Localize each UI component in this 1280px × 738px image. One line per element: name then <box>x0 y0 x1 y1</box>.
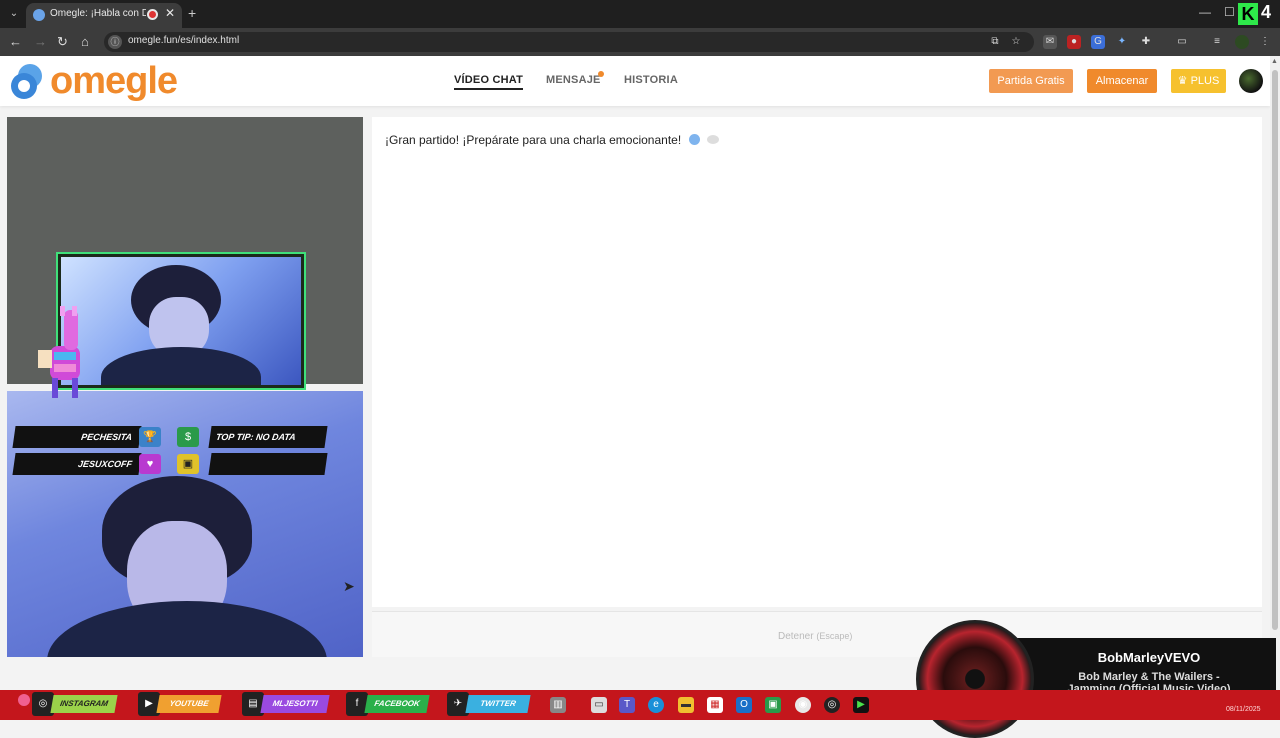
chrome-icon[interactable]: ◉ <box>795 697 811 713</box>
extensions-puzzle-icon[interactable]: ✚ <box>1139 35 1153 49</box>
back-icon[interactable]: ← <box>9 34 22 49</box>
teams-icon[interactable]: T <box>619 697 635 713</box>
llama-pinata-icon <box>38 306 80 398</box>
extension-icon[interactable]: ✦ <box>1115 35 1129 49</box>
url-text: omegle.fun/es/index.html <box>128 35 240 46</box>
globe-icon <box>688 134 700 145</box>
taskbar-app-icon[interactable]: ▥ <box>550 697 566 713</box>
sheets-icon[interactable]: ▣ <box>765 697 781 713</box>
stop-button[interactable]: Detener (Escape) <box>778 631 852 642</box>
streamer-webcam <box>56 252 306 390</box>
album-art-disc <box>916 620 1034 738</box>
chat-panel: ¡Gran partido! ¡Prepárate para una charl… <box>372 117 1262 607</box>
cast-icon[interactable]: ▭ <box>1175 35 1189 49</box>
maximize-icon[interactable]: ☐ <box>1224 5 1235 19</box>
notification-dot <box>598 71 604 77</box>
menu-icon[interactable]: ⋮ <box>1258 35 1272 49</box>
instagram-badge: INSTAGRAM <box>50 695 118 713</box>
stream-taskbar: ◎ INSTAGRAM ▶ YOUTUBE ▤ MLJESOTTI f FACE… <box>0 690 1280 720</box>
top-tip-text: TOP TIP: NO DATA <box>208 426 328 448</box>
corner-badge: 4 <box>1261 2 1272 22</box>
extension-icon[interactable]: ✉ <box>1043 35 1057 49</box>
overlay-empty-bar <box>208 453 328 475</box>
scroll-up-icon[interactable]: ▲ <box>1271 58 1278 65</box>
top-donor-name: PECHESITA <box>12 426 142 448</box>
supporter-row: JESUXCOFF ♥ ▣ <box>12 453 334 475</box>
taskbar-date: 08/11/2025 <box>1226 706 1261 713</box>
kick-app-icon[interactable]: ▶ <box>853 697 869 713</box>
tab-favicon-icon <box>33 9 45 21</box>
outlook-icon[interactable]: O <box>736 697 752 713</box>
supporter-row: PECHESITA 🏆 $ TOP TIP: NO DATA <box>12 426 334 448</box>
twitch-badge: MLJESOTTI <box>260 695 330 713</box>
user-avatar[interactable] <box>1239 69 1263 93</box>
scroll-thumb[interactable] <box>1272 70 1278 630</box>
money-bag-icon: $ <box>177 427 199 447</box>
plus-button[interactable]: ♛ PLUS <box>1171 69 1226 93</box>
site-info-icon[interactable]: ⓘ <box>108 35 122 49</box>
tab-title: Omegle: ¡Habla con Descon <box>50 8 146 19</box>
music-channel: BobMarleyVEVO <box>1097 650 1201 665</box>
translate-icon[interactable]: G <box>1091 35 1105 49</box>
instagram-dot-icon <box>18 694 30 706</box>
nav-video-chat[interactable]: VÍDEO CHAT <box>454 74 524 90</box>
chat-message-text: ¡Gran partido! ¡Prepárate para una charl… <box>385 133 682 147</box>
new-tab-icon[interactable]: + <box>188 5 196 21</box>
browser-tab[interactable]: Omegle: ¡Habla con Descon ✕ <box>26 3 182 28</box>
edge-icon[interactable]: e <box>648 697 664 713</box>
stop-hint: (Escape) <box>816 631 853 641</box>
heart-icon: ♥ <box>139 454 161 474</box>
top-sub-name: JESUXCOFF <box>12 453 142 475</box>
crown-icon: ♛ <box>1177 75 1188 87</box>
recording-icon <box>147 9 158 20</box>
tab-search-icon[interactable]: ⌄ <box>4 4 24 24</box>
youtube-badge: YOUTUBE <box>156 695 222 713</box>
person-body <box>47 601 327 657</box>
install-app-icon[interactable]: ⧉ <box>988 35 1002 49</box>
twitter-badge: TWITTER <box>465 695 531 713</box>
extension-icon[interactable]: ● <box>1067 35 1081 49</box>
free-match-button[interactable]: Partida Gratis <box>989 69 1073 93</box>
folder-icon[interactable]: ▬ <box>678 697 694 713</box>
tab-close-icon[interactable]: ✕ <box>165 6 175 20</box>
forward-icon[interactable]: → <box>34 34 47 49</box>
speech-bubble-icon <box>706 135 719 144</box>
chat-message: ¡Gran partido! ¡Prepárate para una charl… <box>385 133 719 147</box>
browser-toolbar: ← → ↻ ⌂ ⓘ omegle.fun/es/index.html ⧉ ☆ ✉… <box>0 28 1280 56</box>
site-logo-text[interactable]: omegle <box>50 60 178 103</box>
bookmark-star-icon[interactable]: ☆ <box>1009 35 1023 49</box>
reading-list-icon[interactable]: ≡ <box>1210 35 1224 49</box>
stop-label: Detener <box>778 631 814 642</box>
browser-tabbar: ⌄ Omegle: ¡Habla con Descon ✕ + — ☐ K 4 <box>0 0 1280 28</box>
kick-logo: K <box>1238 3 1258 25</box>
address-bar[interactable]: ⓘ omegle.fun/es/index.html <box>104 32 1034 52</box>
reload-icon[interactable]: ↻ <box>57 34 68 50</box>
mouse-cursor-icon: ➤ <box>343 578 355 594</box>
nav-history[interactable]: HISTORIA <box>624 74 678 86</box>
site-header: omegle VÍDEO CHAT MENSAJE HISTORIA Parti… <box>0 56 1270 106</box>
store-app-icon[interactable]: ▦ <box>707 697 723 713</box>
plus-label: PLUS <box>1190 75 1220 87</box>
omegle-logo-icon <box>11 64 42 99</box>
minimize-icon[interactable]: — <box>1199 5 1211 19</box>
obs-icon[interactable]: ◎ <box>824 697 840 713</box>
facebook-badge: FACEBOOK <box>364 695 430 713</box>
cam-body <box>101 347 261 385</box>
nav-message[interactable]: MENSAJE <box>546 74 601 86</box>
home-icon[interactable]: ⌂ <box>81 34 89 49</box>
profile-icon[interactable] <box>1235 35 1249 49</box>
store-button[interactable]: Almacenar <box>1087 69 1157 93</box>
trophy-icon: 🏆 <box>139 427 161 447</box>
file-explorer-icon[interactable]: ▭ <box>591 697 607 713</box>
gift-icon: ▣ <box>177 454 199 474</box>
